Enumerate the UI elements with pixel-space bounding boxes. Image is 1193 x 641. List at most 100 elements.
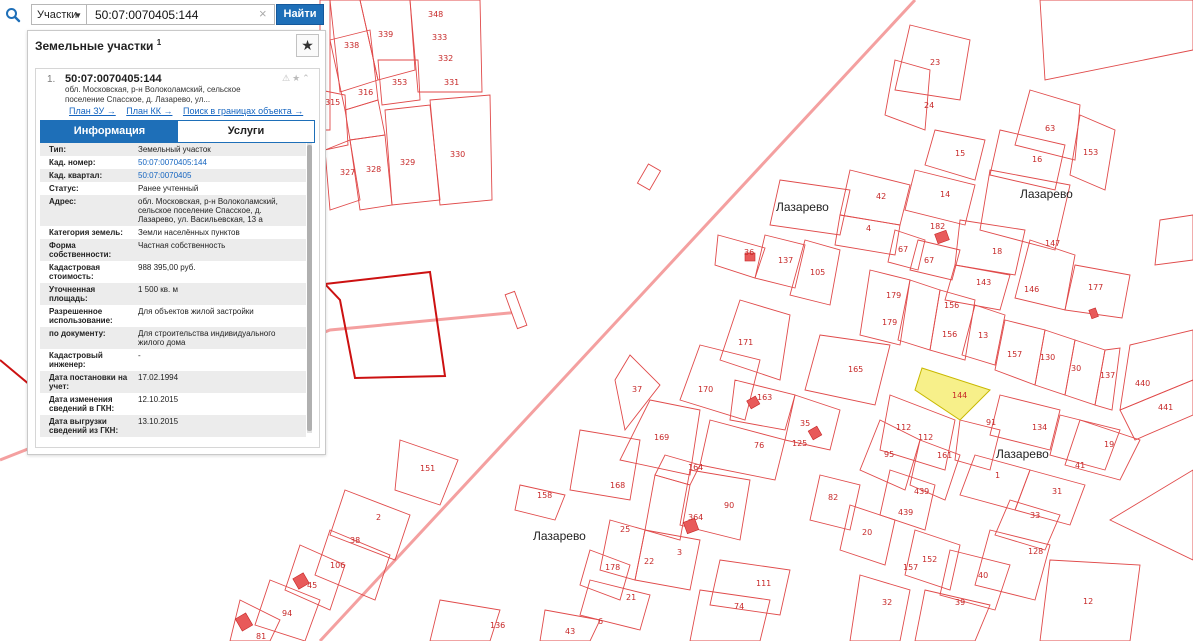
info-key: Дата постановки на учет: (49, 373, 128, 391)
svg-text:143: 143 (976, 278, 991, 287)
info-row: Тип: Земельный участок (40, 143, 306, 156)
link-plan-kk[interactable]: План КК → (126, 106, 172, 116)
svg-text:179: 179 (886, 291, 901, 300)
svg-text:177: 177 (1088, 283, 1103, 292)
plots-top-left (319, 0, 493, 211)
svg-text:153: 153 (1083, 148, 1098, 157)
star-icon[interactable]: ★ (292, 73, 302, 83)
scrollbar-thumb[interactable] (307, 145, 312, 431)
clear-icon[interactable]: × (259, 6, 267, 21)
info-value: 1 500 кв. м (138, 285, 178, 294)
info-key: Адрес: (49, 197, 77, 206)
svg-text:13: 13 (978, 331, 988, 340)
info-key: по документу: (49, 329, 106, 338)
svg-text:40: 40 (978, 571, 988, 580)
search-bar: Участки ▼ × Найти (0, 0, 330, 30)
svg-text:35: 35 (800, 419, 810, 428)
svg-text:22: 22 (644, 557, 654, 566)
search-input[interactable] (87, 4, 275, 25)
result-links: План ЗУ → План КК → Поиск в границах объ… (69, 106, 311, 116)
link-plan-zu[interactable]: План ЗУ → (69, 106, 116, 116)
find-button[interactable]: Найти (276, 4, 324, 25)
info-row: Форма собственности: Частная собственност… (40, 239, 306, 261)
warning-icon[interactable]: ⚠ (282, 73, 292, 83)
svg-text:90: 90 (724, 501, 734, 510)
svg-text:171: 171 (738, 338, 753, 347)
info-value: Ранее учтенный (138, 184, 199, 193)
svg-text:30: 30 (1071, 364, 1081, 373)
card-icons: ⚠★⌃ (282, 73, 312, 84)
svg-text:332: 332 (438, 54, 453, 63)
info-key: Кад. квартал: (49, 171, 103, 180)
info-value: обл. Московская, р-н Волоколамский, сель… (138, 197, 278, 224)
svg-text:158: 158 (537, 491, 552, 500)
result-index: 1. (47, 74, 56, 85)
info-value: 12.10.2015 (138, 395, 179, 404)
info-value: 988 395,00 руб. (138, 263, 196, 272)
svg-text:45: 45 (307, 581, 317, 590)
info-key: Кад. номер: (49, 158, 96, 167)
svg-text:178: 178 (605, 563, 620, 572)
svg-text:156: 156 (942, 330, 957, 339)
info-key: Кадастровая стоимость: (49, 263, 101, 281)
search-type-select[interactable]: Участки ▼ (31, 4, 87, 25)
svg-text:24: 24 (924, 101, 934, 110)
svg-text:161: 161 (937, 451, 952, 460)
svg-text:31: 31 (1052, 487, 1062, 496)
svg-text:316: 316 (358, 88, 373, 97)
chevron-down-icon: ▼ (74, 11, 82, 20)
svg-text:112: 112 (896, 423, 911, 432)
search-type-label: Участки (37, 9, 78, 21)
svg-text:125: 125 (792, 439, 807, 448)
heavy-boundary-left (0, 359, 31, 386)
place-label: Лазарево (776, 200, 829, 214)
favorite-button[interactable]: ★ (296, 34, 319, 57)
info-value: Для строительства индивидуального жилого… (138, 329, 276, 347)
svg-text:170: 170 (698, 385, 713, 394)
svg-text:440: 440 (1135, 379, 1150, 388)
info-key: Категория земель: (49, 228, 123, 237)
info-value: Земельный участок (138, 145, 211, 154)
info-value[interactable]: 50:07:0070405:144 (138, 158, 298, 167)
svg-text:2: 2 (376, 513, 381, 522)
info-key: Уточненная площадь: (49, 285, 96, 303)
svg-text:81: 81 (256, 632, 266, 641)
tab-services[interactable]: Услуги (178, 121, 314, 142)
svg-text:156: 156 (944, 301, 959, 310)
svg-text:36: 36 (744, 248, 754, 257)
svg-text:168: 168 (610, 481, 625, 490)
svg-text:95: 95 (884, 450, 894, 459)
info-row: Кадастровый инженер: - (40, 349, 306, 371)
info-row: по документу: Для строительства индивидуа… (40, 327, 306, 349)
info-row: Категория земель: Земли населённых пункто… (40, 226, 306, 239)
svg-text:3: 3 (677, 548, 682, 557)
svg-text:327: 327 (340, 168, 355, 177)
tab-information[interactable]: Информация (41, 121, 178, 142)
info-value: Частная собственность (138, 241, 226, 250)
svg-text:42: 42 (876, 192, 886, 201)
svg-text:144: 144 (952, 391, 967, 400)
svg-text:165: 165 (848, 365, 863, 374)
svg-text:6: 6 (598, 617, 603, 626)
svg-text:353: 353 (392, 78, 407, 87)
info-key: Форма собственности: (49, 241, 112, 259)
svg-text:439: 439 (898, 508, 913, 517)
chevron-up-icon[interactable]: ⌃ (302, 73, 312, 83)
svg-text:152: 152 (922, 555, 937, 564)
result-cad-number[interactable]: 50:07:0070405:144 (65, 73, 162, 85)
info-value[interactable]: 50:07:0070405 (138, 171, 298, 180)
results-panel: Земельные участки 1 ★ 1. 50:07:0070405:1… (27, 30, 326, 455)
info-key: Разрешенное использование: (49, 307, 113, 325)
search-icon[interactable] (5, 7, 21, 23)
road-plot-178 (636, 163, 662, 191)
info-table: Тип: Земельный участок Кад. номер: 50:07:00… (40, 143, 306, 437)
link-search-bounds[interactable]: Поиск в границах объекта → (183, 106, 303, 116)
svg-text:14: 14 (940, 190, 950, 199)
svg-text:33: 33 (1030, 511, 1040, 520)
result-card[interactable]: 1. 50:07:0070405:144 обл. Московская, р-… (35, 68, 320, 448)
svg-text:136: 136 (490, 621, 505, 630)
svg-text:1: 1 (995, 471, 1000, 480)
info-row: Уточненная площадь: 1 500 кв. м (40, 283, 306, 305)
scrollbar[interactable] (307, 143, 312, 433)
svg-text:134: 134 (1032, 423, 1047, 432)
